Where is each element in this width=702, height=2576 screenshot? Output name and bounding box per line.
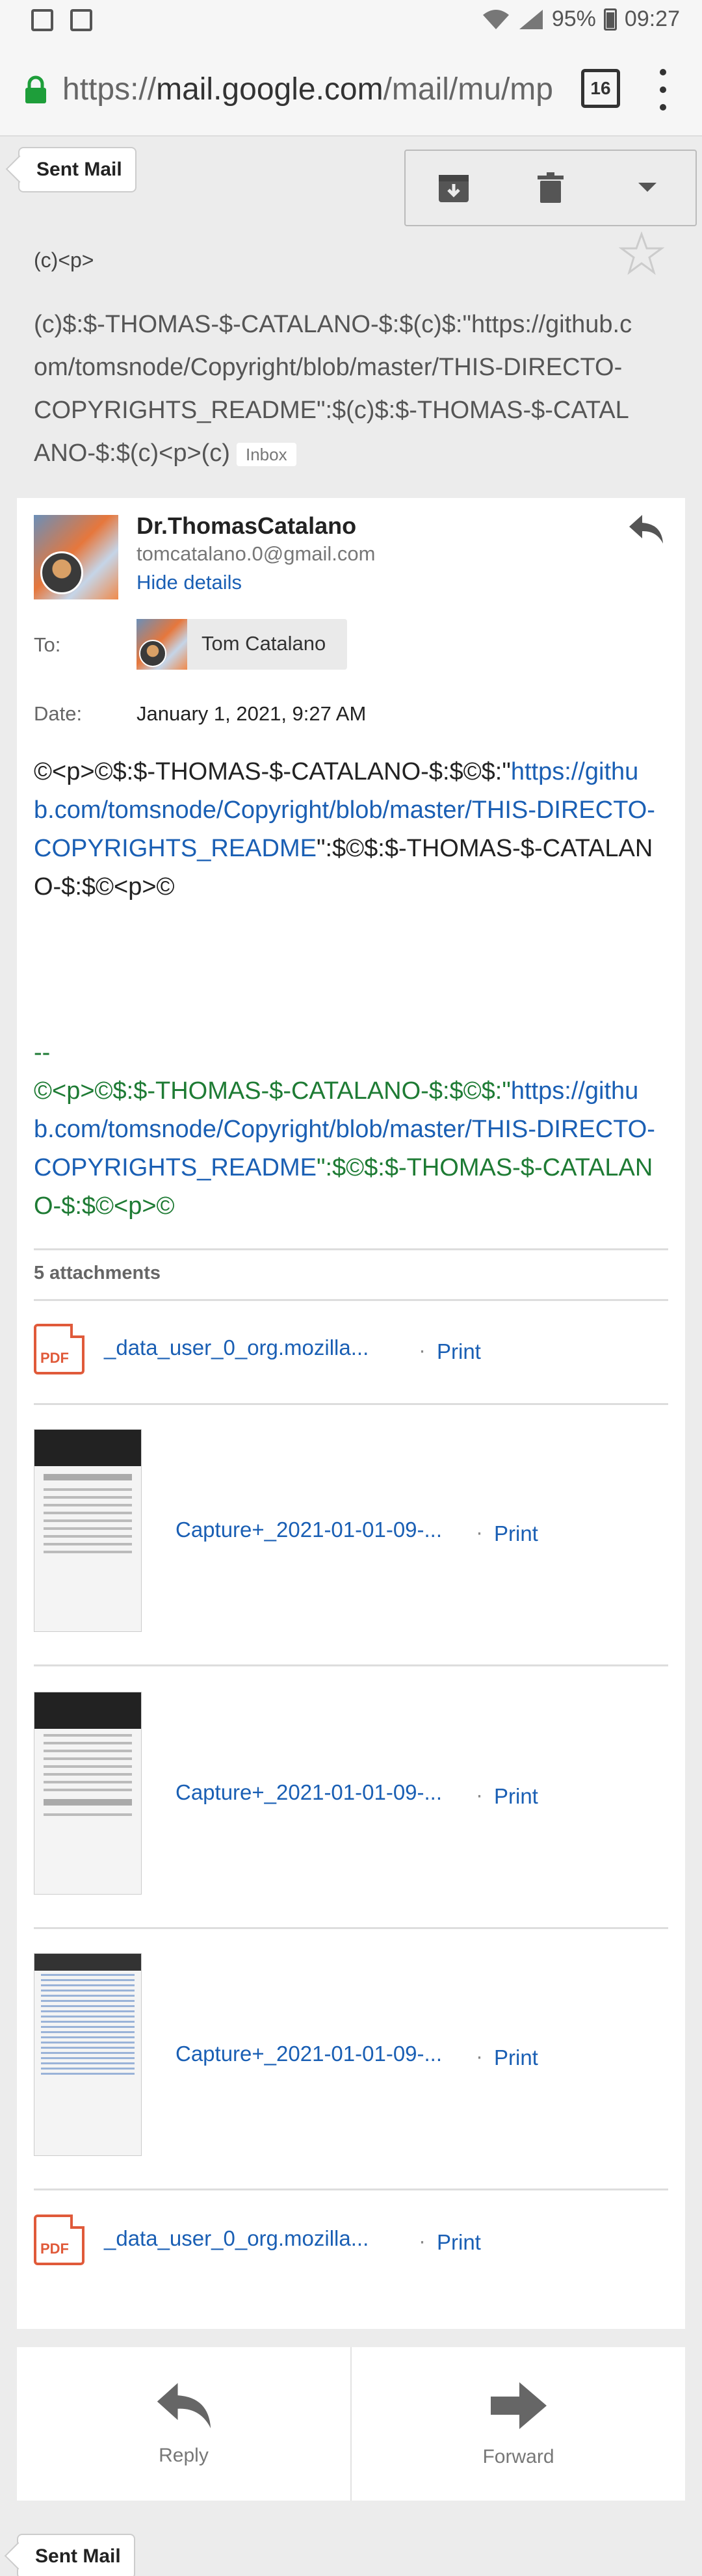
status-bar: 95% 09:27 <box>0 0 702 43</box>
pdf-icon: PDF <box>34 1324 84 1374</box>
star-icon[interactable] <box>619 231 664 277</box>
divider <box>34 2188 668 2190</box>
print-link[interactable]: Print <box>437 1339 481 1364</box>
to-label: To: <box>34 633 61 656</box>
divider <box>34 1927 668 1929</box>
notification-icon <box>31 9 53 31</box>
message-subject: (c)$:$-THOMAS-$-CATALANO-$:$(c)$:"https:… <box>34 311 632 467</box>
sender-email: tomcatalano.0@gmail.com <box>136 542 376 565</box>
attachment-count: 5 attachments <box>34 1263 161 1283</box>
tab-switcher-button[interactable]: 16 <box>581 69 620 108</box>
attachment-thumbnail <box>34 1692 142 1895</box>
forward-label: Forward <box>482 2446 554 2467</box>
attachment-name[interactable]: Capture+_2021-01-01-09-... <box>176 2042 442 2066</box>
browser-toolbar: https://mail.google.com/mail/mu/mp 16 <box>0 43 702 137</box>
trash-icon <box>538 172 564 203</box>
recipient-chip[interactable]: Tom Catalano <box>136 619 347 670</box>
separator-dot: · <box>476 1783 483 1807</box>
archive-button[interactable] <box>406 151 502 225</box>
reply-button[interactable]: Reply <box>17 2347 350 2501</box>
message-toolbar <box>404 150 697 226</box>
forward-button[interactable]: Forward <box>350 2347 685 2501</box>
archive-icon <box>439 175 469 202</box>
message-body: ©<p>©$:$-THOMAS-$-CATALANO-$:$©$:"https:… <box>34 758 655 900</box>
pdf-icon: PDF <box>34 2215 84 2265</box>
print-link[interactable]: Print <box>494 2045 538 2070</box>
attachment-item[interactable]: Capture+_2021-01-01-09-... · Print <box>34 1953 668 2156</box>
separator-dot: · <box>476 2044 483 2068</box>
reply-label: Reply <box>159 2445 209 2466</box>
back-to-sent-mail-button[interactable]: Sent Mail <box>18 147 136 192</box>
more-actions-button[interactable] <box>599 151 696 225</box>
divider <box>34 1403 668 1405</box>
signal-icon <box>519 9 543 29</box>
sender-avatar <box>34 515 118 599</box>
reply-icon <box>157 2383 211 2428</box>
attachment-thumbnail <box>34 1953 142 2156</box>
signature: -- ©<p>©$:$-THOMAS-$-CATALANO-$:$©$:"http… <box>34 1039 655 1220</box>
reply-icon[interactable] <box>628 514 664 545</box>
inbox-label[interactable]: Inbox <box>236 442 296 466</box>
clock: 09:27 <box>624 7 680 31</box>
battery-percent: 95% <box>551 7 596 31</box>
separator-dot: · <box>419 2229 426 2253</box>
attachment-name[interactable]: _data_user_0_org.mozilla... <box>104 1335 369 1360</box>
chevron-down-icon <box>638 183 656 192</box>
divider <box>34 1299 668 1301</box>
message-actions: Reply Forward <box>17 2347 685 2501</box>
delete-button[interactable] <box>502 151 599 225</box>
recipient-name: Tom Catalano <box>202 632 326 655</box>
attachment-item[interactable]: Capture+_2021-01-01-09-... · Print <box>34 1429 668 1632</box>
browser-menu-icon[interactable] <box>650 69 676 111</box>
recipient-avatar <box>136 619 187 670</box>
hide-details-link[interactable]: Hide details <box>136 571 242 594</box>
date-value: January 1, 2021, 9:27 AM <box>136 702 367 725</box>
attachment-name[interactable]: Capture+_2021-01-01-09-... <box>176 1518 442 1542</box>
separator-dot: · <box>419 1338 426 1362</box>
date-label: Date: <box>34 702 83 725</box>
attachment-item[interactable]: PDF _data_user_0_org.mozilla... · Print <box>34 1324 668 1378</box>
print-link[interactable]: Print <box>494 1521 538 1546</box>
wifi-icon <box>482 9 509 29</box>
url-field[interactable]: https://mail.google.com/mail/mu/mp <box>62 72 563 107</box>
subject-preview: (c)<p> <box>34 248 94 272</box>
battery-icon <box>603 8 617 31</box>
forward-arrow-icon <box>490 2382 547 2429</box>
lock-icon <box>25 75 46 103</box>
attachment-thumbnail <box>34 1429 142 1632</box>
sender-name: Dr.ThomasCatalano <box>136 512 357 539</box>
attachment-item[interactable]: PDF _data_user_0_org.mozilla... · Print <box>34 2215 668 2269</box>
divider <box>34 1664 668 1666</box>
separator-dot: · <box>476 1520 483 1544</box>
print-link[interactable]: Print <box>494 1784 538 1809</box>
attachment-item[interactable]: Capture+_2021-01-01-09-... · Print <box>34 1692 668 1895</box>
back-to-sent-mail-button-bottom[interactable]: Sent Mail <box>17 2534 135 2576</box>
message-card: Dr.ThomasCatalano tomcatalano.0@gmail.co… <box>17 498 685 2329</box>
screenshot-icon <box>70 9 92 31</box>
attachment-name[interactable]: _data_user_0_org.mozilla... <box>104 2226 369 2251</box>
divider <box>34 1248 668 1250</box>
print-link[interactable]: Print <box>437 2230 481 2255</box>
attachment-name[interactable]: Capture+_2021-01-01-09-... <box>176 1780 442 1805</box>
